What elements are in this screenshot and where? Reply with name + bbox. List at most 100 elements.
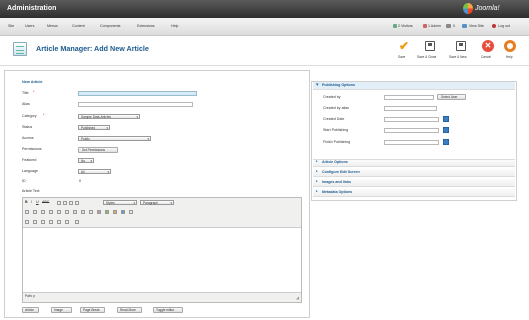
chevron-right-icon: ▸ — [316, 179, 318, 183]
outdent-icon[interactable] — [41, 210, 45, 214]
start-publishing-label: Start Publishing — [323, 128, 349, 132]
featured-label: Featured — [22, 158, 37, 162]
anchor-icon[interactable] — [89, 210, 93, 214]
logout-link[interactable]: Log out — [498, 24, 510, 29]
images-links-title[interactable]: Images and links — [322, 180, 351, 185]
finish-publishing-input[interactable] — [384, 140, 439, 145]
editor-content-area[interactable] — [23, 229, 301, 292]
status-select[interactable]: Published ▾ — [78, 125, 110, 130]
html-source-icon[interactable] — [129, 210, 133, 214]
align-right-icon[interactable] — [69, 201, 73, 205]
configure-edit-screen-title[interactable]: Configure Edit Screen — [322, 170, 360, 175]
publishing-options-title[interactable]: Publishing Options — [322, 83, 355, 88]
help-editor-icon[interactable] — [121, 210, 125, 214]
featured-select[interactable]: No ▾ — [78, 158, 94, 163]
cleanup-icon[interactable] — [105, 210, 109, 214]
help-button[interactable]: Help — [506, 55, 513, 59]
align-center-icon[interactable] — [63, 201, 67, 205]
view-site-link[interactable]: View Site — [469, 24, 484, 29]
unlink-icon[interactable] — [81, 210, 85, 214]
check-icon[interactable]: ✔ — [398, 40, 410, 52]
menu-item-menus[interactable]: Menus — [47, 24, 58, 29]
save-close-icon[interactable] — [425, 41, 435, 51]
messages-count[interactable]: 0 — [453, 24, 455, 29]
menu-item-site[interactable]: Site — [8, 24, 14, 29]
start-publishing-input[interactable] — [384, 128, 439, 133]
status-label: Status — [22, 125, 33, 129]
visitors-count: 2 Visitors — [398, 24, 413, 28]
editor-status-bar — [23, 292, 301, 302]
cancel-button[interactable]: Cancel — [481, 55, 491, 59]
visual-aid-icon[interactable] — [41, 220, 45, 224]
menu-item-users[interactable]: Users — [25, 24, 34, 29]
finish-publishing-label: Finish Publishing — [323, 140, 351, 144]
created-by-alias-input[interactable] — [384, 106, 437, 111]
calendar-icon[interactable] — [443, 127, 449, 133]
visitors-icon — [393, 24, 397, 28]
bold-button[interactable]: B — [25, 200, 28, 205]
select-user-button[interactable]: Select User — [437, 94, 466, 100]
page-break-button[interactable]: Page Break — [80, 307, 105, 313]
save-new-icon[interactable] — [456, 41, 466, 51]
special-char-icon[interactable] — [65, 220, 69, 224]
toggle-editor-button[interactable]: Toggle editor — [153, 307, 183, 313]
bullet-list-icon[interactable] — [25, 210, 29, 214]
created-by-input[interactable] — [384, 95, 434, 100]
save-button[interactable]: Save — [398, 55, 405, 59]
numbered-list-icon[interactable] — [33, 210, 37, 214]
language-select[interactable]: All ▾ — [78, 169, 111, 174]
category-label: Category — [22, 114, 37, 118]
remove-format-icon[interactable] — [33, 220, 37, 224]
resize-handle-icon[interactable]: ◢ — [296, 296, 299, 300]
align-justify-icon[interactable] — [75, 201, 79, 205]
access-label: Access — [22, 136, 34, 140]
category-select[interactable]: Sample Data-Articles ▾ — [78, 114, 140, 119]
align-left-icon[interactable] — [57, 201, 61, 205]
cancel-icon[interactable]: ✕ — [482, 40, 494, 52]
edit-css-icon[interactable] — [113, 210, 117, 214]
access-value: Public — [81, 136, 90, 141]
required-marker: * — [33, 90, 35, 94]
charmap-icon[interactable] — [75, 220, 79, 224]
superscript-icon[interactable] — [57, 220, 61, 224]
redo-icon[interactable] — [65, 210, 69, 214]
menu-item-components[interactable]: Components — [100, 24, 120, 29]
admin-icon — [423, 24, 427, 28]
title-input[interactable] — [78, 91, 197, 96]
set-permissions-button[interactable]: Set Permissions — [78, 147, 118, 153]
created-by-alias-label: Created by alias — [323, 106, 349, 110]
read-more-button[interactable]: Read More — [117, 307, 142, 313]
strikethrough-button[interactable]: ABC — [42, 200, 49, 205]
menu-item-content[interactable]: Content — [72, 24, 85, 29]
calendar-icon[interactable] — [443, 139, 449, 145]
link-icon[interactable] — [73, 210, 77, 214]
created-date-input[interactable] — [384, 117, 439, 122]
italic-button[interactable]: I — [31, 200, 32, 205]
chevron-down-icon: ▾ — [136, 115, 138, 119]
menu-item-extensions[interactable]: Extensions — [137, 24, 155, 29]
alias-input[interactable] — [78, 102, 193, 107]
chevron-down-icon: ▾ — [107, 170, 109, 174]
image-button[interactable]: Image — [51, 307, 72, 313]
save-new-button[interactable]: Save & New — [449, 55, 467, 59]
article-options-title[interactable]: Article Options — [322, 160, 348, 165]
chevron-right-icon: ▸ — [316, 159, 318, 163]
chevron-down-icon: ▾ — [133, 201, 135, 205]
save-close-button[interactable]: Save & Close — [417, 55, 436, 59]
subscript-icon[interactable] — [49, 220, 53, 224]
app-header — [0, 0, 529, 18]
help-icon[interactable] — [504, 40, 516, 52]
article-button[interactable]: Article — [22, 307, 39, 313]
image-icon[interactable] — [97, 210, 101, 214]
styles-select[interactable]: Styles ▾ — [103, 200, 137, 205]
page-title: Article Manager: Add New Article — [36, 44, 149, 53]
underline-button[interactable]: U — [36, 200, 39, 205]
access-select[interactable]: Public ▾ — [78, 136, 151, 141]
menu-item-help[interactable]: Help — [171, 24, 178, 29]
horizontal-rule-icon[interactable] — [25, 220, 29, 224]
metadata-options-title[interactable]: Metadata Options — [322, 190, 352, 195]
calendar-icon[interactable] — [443, 116, 449, 122]
format-select[interactable]: Paragraph ▾ — [140, 200, 174, 205]
indent-icon[interactable] — [49, 210, 53, 214]
undo-icon[interactable] — [57, 210, 61, 214]
